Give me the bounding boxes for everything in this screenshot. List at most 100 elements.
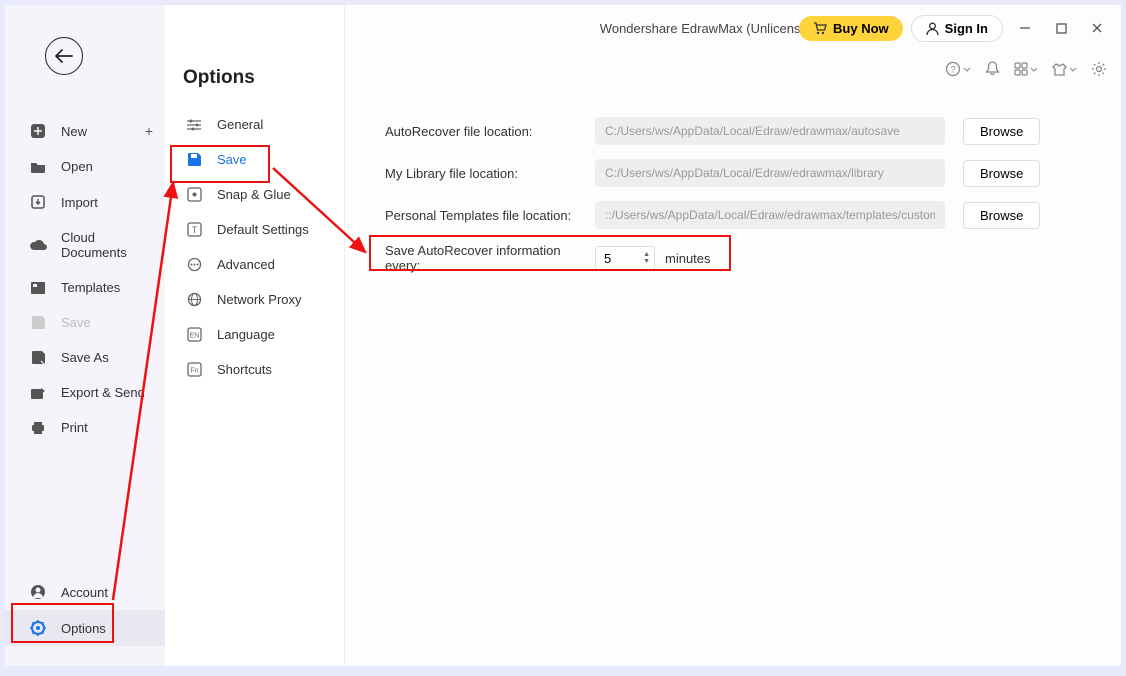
minutes-label: minutes <box>665 251 711 266</box>
maximize-button[interactable] <box>1047 14 1075 42</box>
dots-icon <box>185 257 203 272</box>
secondary-toolbar: ? <box>345 51 1121 87</box>
cart-icon <box>813 22 827 35</box>
option-save-label: Save <box>217 152 247 167</box>
option-network[interactable]: Network Proxy <box>165 282 344 317</box>
save-options-panel: AutoRecover file location: Browse My Lib… <box>345 87 1121 666</box>
app-window: New + Open Import Cloud Documents Templa… <box>5 5 1121 666</box>
fn-key-icon: Fn <box>185 362 203 377</box>
gear-icon <box>1091 61 1107 77</box>
grid-icon <box>1014 62 1028 76</box>
chevron-down-icon <box>1030 67 1038 72</box>
templates-location-field[interactable] <box>595 201 945 229</box>
svg-text:EN: EN <box>189 333 199 340</box>
sidebar-account-label: Account <box>61 585 108 600</box>
settings-button[interactable] <box>1091 61 1107 77</box>
save-disk-icon <box>185 152 203 167</box>
sidebar-item-new[interactable]: New + <box>5 113 165 149</box>
sidebar-item-open[interactable]: Open <box>5 149 165 184</box>
option-advanced[interactable]: Advanced <box>165 247 344 282</box>
option-save[interactable]: Save <box>165 142 344 177</box>
sidebar-options-label: Options <box>61 621 106 636</box>
templates-icon <box>29 281 47 295</box>
titlebar: Wondershare EdrawMax (Unlicensed Version… <box>345 5 1121 51</box>
export-icon <box>29 386 47 400</box>
sidebar-saveas-label: Save As <box>61 350 109 365</box>
chevron-down-icon <box>1069 67 1077 72</box>
sidebar-templates-label: Templates <box>61 280 120 295</box>
signin-label: Sign In <box>945 21 988 36</box>
print-icon <box>29 421 47 435</box>
sidebar-item-saveas[interactable]: Save As <box>5 340 165 375</box>
signin-button[interactable]: Sign In <box>911 15 1003 42</box>
theme-dropdown[interactable] <box>1052 62 1077 77</box>
library-location-field[interactable] <box>595 159 945 187</box>
autorecover-location-field[interactable] <box>595 117 945 145</box>
option-default[interactable]: T Default Settings <box>165 212 344 247</box>
sidebar-open-label: Open <box>61 159 93 174</box>
browse-autorecover-button[interactable]: Browse <box>963 118 1040 145</box>
option-snapglue[interactable]: Snap & Glue <box>165 177 344 212</box>
options-title: Options <box>165 67 344 89</box>
sidebar-item-account[interactable]: Account <box>5 574 165 610</box>
help-dropdown[interactable]: ? <box>945 61 971 77</box>
sidebar-item-import[interactable]: Import <box>5 184 165 220</box>
option-language[interactable]: EN Language <box>165 317 344 352</box>
user-icon <box>926 22 939 35</box>
svg-text:Fn: Fn <box>190 368 198 375</box>
help-icon: ? <box>945 61 961 77</box>
file-sidebar: New + Open Import Cloud Documents Templa… <box>5 5 165 666</box>
option-general[interactable]: General <box>165 107 344 142</box>
sidebar-item-save: Save <box>5 305 165 340</box>
apps-dropdown[interactable] <box>1014 62 1038 76</box>
sidebar-import-label: Import <box>61 195 98 210</box>
sidebar-item-cloud[interactable]: Cloud Documents <box>5 220 165 270</box>
spin-up-icon[interactable]: ▲ <box>643 251 650 258</box>
templates-location-label: Personal Templates file location: <box>385 208 595 223</box>
save-interval-spinbox[interactable]: 5 ▲▼ <box>595 246 655 270</box>
folder-icon <box>29 160 47 174</box>
snap-icon <box>185 187 203 202</box>
browse-templates-button[interactable]: Browse <box>963 202 1040 229</box>
sidebar-item-export[interactable]: Export & Send <box>5 375 165 410</box>
browse-library-button[interactable]: Browse <box>963 160 1040 187</box>
buy-label: Buy Now <box>833 21 889 36</box>
bell-button[interactable] <box>985 61 1000 77</box>
sidebar-save-label: Save <box>61 315 91 330</box>
sidebar-new-label: New <box>61 124 87 139</box>
chevron-down-icon <box>963 67 971 72</box>
language-icon: EN <box>185 327 203 342</box>
globe-icon <box>185 292 203 307</box>
svg-text:?: ? <box>950 65 955 75</box>
shirt-icon <box>1052 62 1067 77</box>
close-button[interactable] <box>1083 14 1111 42</box>
svg-text:T: T <box>191 225 197 235</box>
option-language-label: Language <box>217 327 275 342</box>
sidebar-item-options[interactable]: Options <box>5 610 165 646</box>
save-interval-label: Save AutoRecover information every: <box>385 243 595 273</box>
option-advanced-label: Advanced <box>217 257 275 272</box>
plus-icon: + <box>145 123 153 139</box>
sidebar-export-label: Export & Send <box>61 385 145 400</box>
sidebar-item-templates[interactable]: Templates <box>5 270 165 305</box>
gear-icon <box>29 620 47 636</box>
option-shortcuts-label: Shortcuts <box>217 362 272 377</box>
save-icon <box>29 315 47 330</box>
back-button[interactable] <box>45 37 83 75</box>
spin-down-icon[interactable]: ▼ <box>643 258 650 265</box>
sidebar-item-print[interactable]: Print <box>5 410 165 445</box>
option-shortcuts[interactable]: Fn Shortcuts <box>165 352 344 387</box>
library-location-label: My Library file location: <box>385 166 595 181</box>
import-icon <box>29 194 47 210</box>
bell-icon <box>985 61 1000 77</box>
sliders-icon <box>185 118 203 132</box>
minimize-button[interactable] <box>1011 14 1039 42</box>
options-sidebar: Options General Save Snap & Glue T Defau… <box>165 5 345 666</box>
option-network-label: Network Proxy <box>217 292 302 307</box>
cloud-icon <box>29 239 47 251</box>
account-icon <box>29 584 47 600</box>
buy-now-button[interactable]: Buy Now <box>799 16 903 41</box>
option-snapglue-label: Snap & Glue <box>217 187 291 202</box>
option-default-label: Default Settings <box>217 222 309 237</box>
option-general-label: General <box>217 117 263 132</box>
